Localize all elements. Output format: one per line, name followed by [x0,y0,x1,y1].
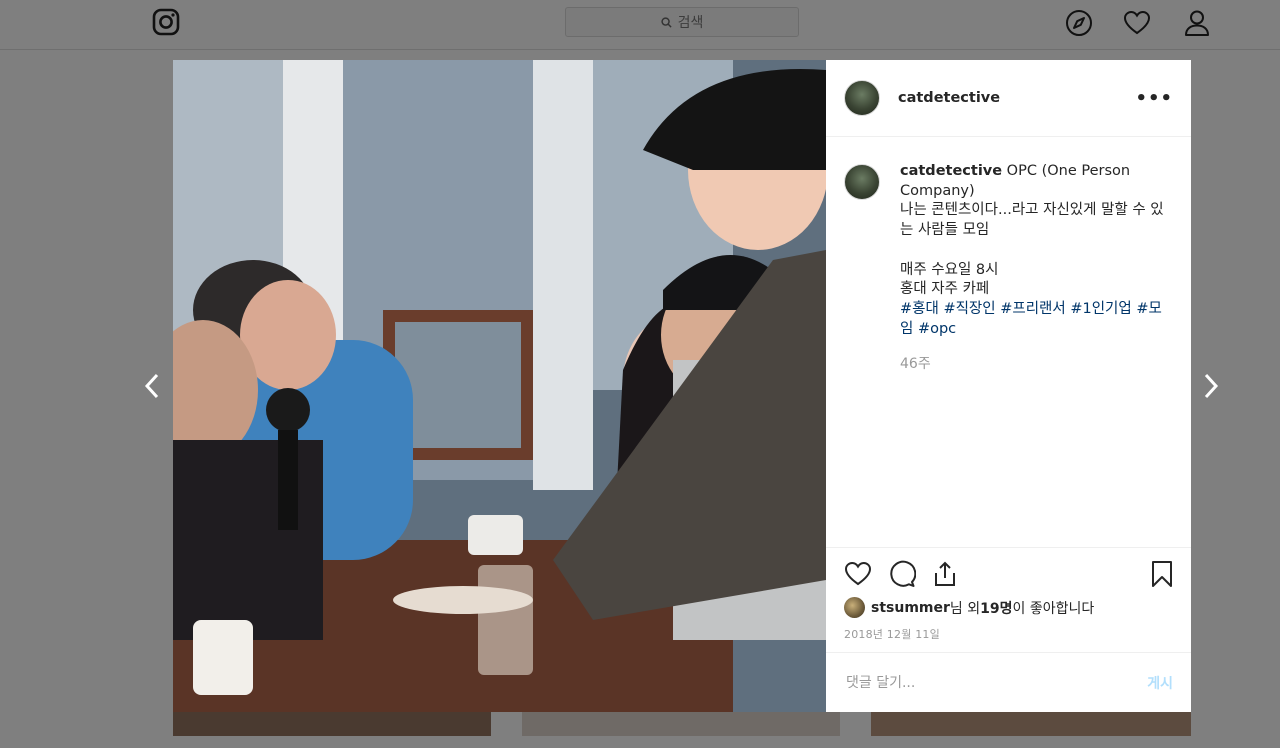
likes-summary[interactable]: stsummer 님 외 19명 이 좋아합니다 [844,597,1094,618]
post-age: 46주 [900,356,931,373]
instagram-logo[interactable] [152,8,180,36]
like-heart-icon[interactable] [844,560,872,588]
grid-thumbnail[interactable] [871,712,1191,736]
liker-username[interactable]: stsummer [871,600,950,616]
comment-bubble-icon[interactable] [888,560,916,588]
post-photo[interactable] [173,60,826,712]
comment-bar: 게시 [826,652,1191,712]
profile-icon[interactable] [1183,9,1211,37]
comment-input[interactable] [844,673,1148,692]
likes-count[interactable]: 19명 [980,598,1012,618]
likes-suffix-text: 이 좋아합니다 [1012,600,1095,617]
grid-thumbnail[interactable] [173,712,491,736]
top-navigation: 검색 [0,0,1280,50]
author-username[interactable]: catdetective [898,90,1000,106]
grid-thumbnail[interactable] [522,712,840,736]
post-caption: catdetective OPC (One Person Company) 나는… [844,162,1174,375]
search-input[interactable]: 검색 [565,7,799,37]
caption-avatar[interactable] [844,164,880,200]
post-header: catdetective ••• [826,60,1191,137]
search-placeholder: 검색 [677,15,704,31]
previous-post-arrow[interactable] [142,372,162,400]
share-icon[interactable] [931,560,959,588]
search-icon [660,16,672,28]
caption-username[interactable]: catdetective [900,163,1002,179]
more-options-icon[interactable]: ••• [1135,88,1173,109]
caption-hashtags[interactable]: #홍대 #직장인 #프리랜서 #1인기업 #모임 #opc [900,301,1162,337]
post-sidebar: catdetective ••• catdetective OPC (One P… [826,60,1191,712]
post-actions: stsummer 님 외 19명 이 좋아합니다 2018년 12월 11일 [826,547,1191,641]
post-photo-image [173,60,826,712]
heart-icon[interactable] [1123,9,1151,37]
compass-icon[interactable] [1065,9,1093,37]
post-comment-button[interactable]: 게시 [1147,673,1173,693]
post-date: 2018년 12월 11일 [844,628,940,641]
next-post-arrow[interactable] [1201,372,1221,400]
bookmark-icon[interactable] [1148,560,1176,588]
liker-avatar[interactable] [844,597,865,618]
author-avatar[interactable] [844,80,880,116]
likes-middle-text: 님 외 [949,600,981,617]
post-modal: catdetective ••• catdetective OPC (One P… [173,60,1191,712]
caption-text: OPC (One Person Company) 나는 콘텐츠이다...라고 자… [900,163,1164,298]
